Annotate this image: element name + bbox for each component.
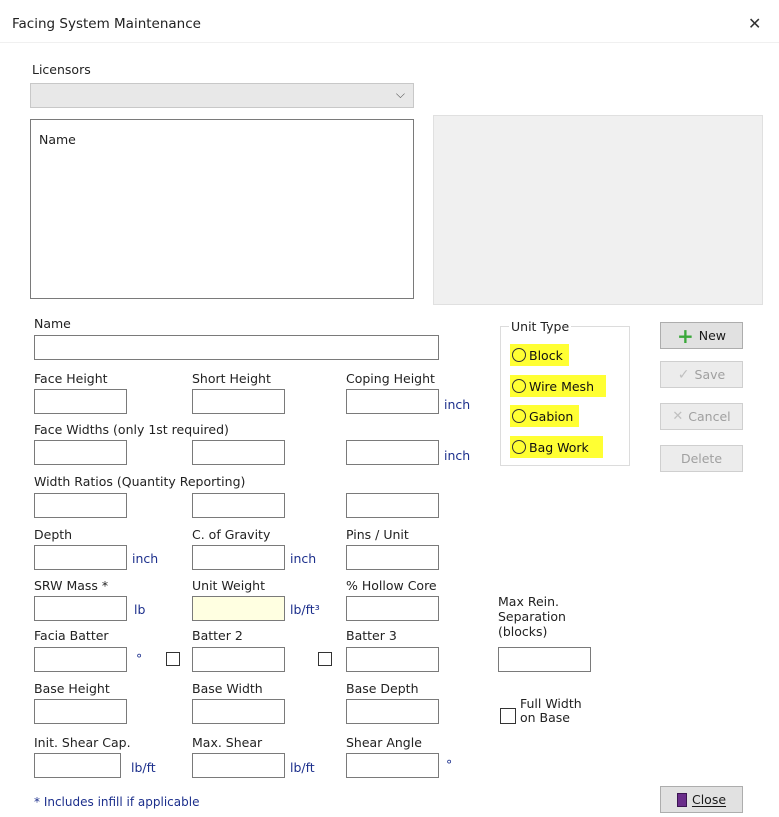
batter3-checkbox[interactable]	[318, 652, 332, 666]
face-height-input[interactable]	[34, 389, 127, 414]
depth-input[interactable]	[34, 545, 127, 570]
save-button[interactable]: ✓ Save	[660, 361, 743, 388]
window-title: Facing System Maintenance	[12, 16, 201, 32]
shear-angle-unit: °	[446, 757, 453, 772]
shear-angle-label: Shear Angle	[346, 735, 422, 750]
unit-type-wire-mesh-radio[interactable]: Wire Mesh	[510, 375, 606, 397]
batter2-checkbox[interactable]	[166, 652, 180, 666]
c-of-gravity-unit: inch	[290, 551, 317, 566]
save-button-label: Save	[694, 367, 726, 382]
facia-batter-label: Facia Batter	[34, 628, 109, 643]
unit-weight-input[interactable]	[192, 596, 285, 621]
width-ratios-label: Width Ratios (Quantity Reporting)	[34, 474, 246, 489]
init-shear-label: Init. Shear Cap.	[34, 735, 131, 750]
base-width-label: Base Width	[192, 681, 263, 696]
srw-mass-input[interactable]	[34, 596, 127, 621]
batter3-label: Batter 3	[346, 628, 397, 643]
unit-type-bag-work-radio[interactable]: Bag Work	[510, 436, 603, 458]
face-widths-label: Face Widths (only 1st required)	[34, 422, 229, 437]
close-icon[interactable]: ✕	[748, 14, 761, 33]
unit-type-gabion-radio[interactable]: Gabion	[510, 405, 580, 427]
unit-weight-label: Unit Weight	[192, 578, 265, 593]
chevron-down-icon: ⌵	[395, 87, 405, 101]
short-height-label: Short Height	[192, 371, 271, 386]
srw-mass-unit: lb	[134, 602, 146, 617]
init-shear-input[interactable]	[34, 753, 121, 778]
unit-type-title: Unit Type	[509, 319, 572, 334]
delete-button-label: Delete	[680, 451, 723, 466]
full-width-on-base-checkbox[interactable]	[500, 708, 516, 724]
title-bar: Facing System Maintenance ✕	[0, 0, 779, 43]
batter3-input[interactable]	[346, 647, 439, 672]
close-button[interactable]: Close	[660, 786, 743, 813]
face-width-3-input[interactable]	[346, 440, 439, 465]
coping-height-unit: inch	[444, 397, 471, 412]
new-button[interactable]: + New	[660, 322, 743, 349]
srw-mass-label: SRW Mass *	[34, 578, 109, 593]
max-rein-separation-input[interactable]	[498, 647, 591, 672]
unit-type-block-radio[interactable]: Block	[510, 344, 569, 366]
radio-label: Bag Work	[529, 439, 589, 455]
c-of-gravity-input[interactable]	[192, 545, 285, 570]
max-shear-label: Max. Shear	[192, 735, 263, 750]
shear-angle-input[interactable]	[346, 753, 439, 778]
max-rein-separation-label: Max Rein. Separation (blocks)	[498, 594, 566, 639]
unit-weight-unit: lb/ft³	[290, 602, 320, 617]
name-input[interactable]	[34, 335, 439, 360]
pins-unit-label: Pins / Unit	[346, 527, 409, 542]
full-width-on-base-label: Full Width on Base	[520, 696, 582, 725]
coping-height-input[interactable]	[346, 389, 439, 414]
max-shear-input[interactable]	[192, 753, 285, 778]
init-shear-unit: lb/ft	[131, 760, 156, 775]
facia-batter-unit: °	[136, 651, 143, 666]
depth-unit: inch	[132, 551, 159, 566]
coping-height-label: Coping Height	[346, 371, 435, 386]
name-label: Name	[34, 316, 71, 331]
radio-circle-icon	[512, 348, 526, 362]
hollow-core-label: % Hollow Core	[346, 578, 437, 593]
base-height-label: Base Height	[34, 681, 110, 696]
plus-icon: +	[676, 323, 694, 348]
radio-label: Block	[529, 347, 563, 363]
short-height-input[interactable]	[192, 389, 285, 414]
face-width-2-input[interactable]	[192, 440, 285, 465]
pins-unit-input[interactable]	[346, 545, 439, 570]
exit-door-icon	[676, 792, 687, 807]
width-ratio-3-input[interactable]	[346, 493, 439, 518]
face-width-1-input[interactable]	[34, 440, 127, 465]
c-of-gravity-label: C. of Gravity	[192, 527, 271, 542]
width-ratio-1-input[interactable]	[34, 493, 127, 518]
facia-batter-input[interactable]	[34, 647, 127, 672]
cancel-button-label: Cancel	[688, 409, 731, 424]
list-header-name: Name	[39, 132, 76, 147]
cancel-x-icon: ✕	[672, 409, 684, 424]
radio-circle-icon	[512, 409, 526, 423]
hollow-core-input[interactable]	[346, 596, 439, 621]
radio-label: Wire Mesh	[529, 378, 594, 394]
depth-label: Depth	[34, 527, 73, 542]
licensor-name-list[interactable]: Name	[30, 119, 414, 299]
delete-button[interactable]: Delete	[660, 445, 743, 472]
image-preview	[433, 115, 763, 305]
cancel-button[interactable]: ✕ Cancel	[660, 403, 743, 430]
batter2-label: Batter 2	[192, 628, 243, 643]
footnote: * Includes infill if applicable	[34, 795, 200, 809]
licensors-dropdown[interactable]: ⌵	[30, 83, 414, 108]
base-height-input[interactable]	[34, 699, 127, 724]
batter2-input[interactable]	[192, 647, 285, 672]
radio-circle-icon	[512, 440, 526, 454]
width-ratio-2-input[interactable]	[192, 493, 285, 518]
base-depth-input[interactable]	[346, 699, 439, 724]
new-button-label: New	[698, 328, 727, 343]
base-depth-label: Base Depth	[346, 681, 419, 696]
licensors-label: Licensors	[32, 62, 91, 77]
face-widths-unit: inch	[444, 448, 471, 463]
radio-label: Gabion	[529, 408, 574, 424]
checkmark-icon: ✓	[677, 366, 690, 383]
max-shear-unit: lb/ft	[290, 760, 315, 775]
close-button-label: Close	[691, 792, 727, 807]
face-height-label: Face Height	[34, 371, 108, 386]
base-width-input[interactable]	[192, 699, 285, 724]
radio-circle-icon	[512, 379, 526, 393]
